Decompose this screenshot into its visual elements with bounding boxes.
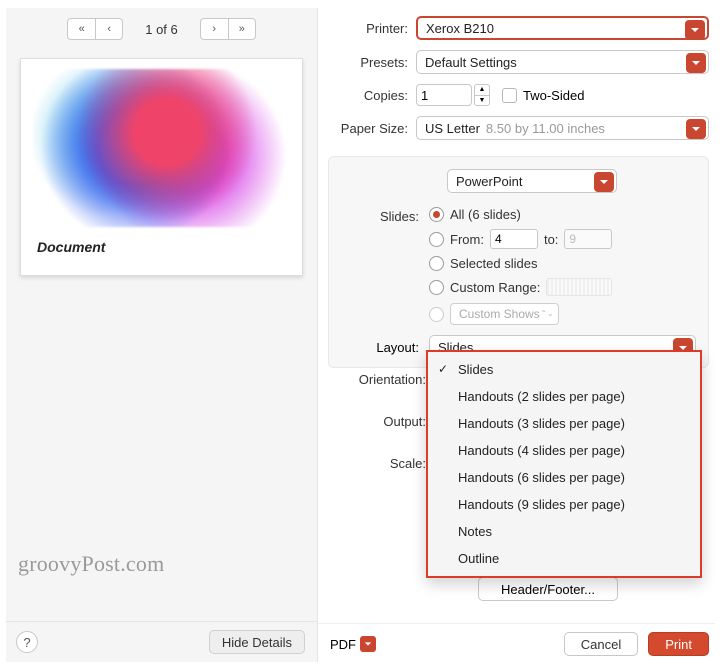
layout-option[interactable]: Handouts (2 slides per page): [428, 383, 700, 410]
paper-size-label: Paper Size:: [328, 121, 416, 136]
radio-all-label: All (6 slides): [450, 207, 521, 222]
layout-label: Layout:: [329, 340, 429, 355]
radio-custom-shows: [429, 307, 444, 322]
printer-select[interactable]: Xerox B210: [416, 16, 709, 40]
first-page-button[interactable]: «: [67, 18, 95, 40]
radio-custom-range[interactable]: [429, 280, 444, 295]
prev-page-button[interactable]: ‹: [95, 18, 123, 40]
layout-option[interactable]: Handouts (9 slides per page): [428, 491, 700, 518]
paper-size-select[interactable]: US Letter 8.50 by 11.00 inches: [416, 116, 709, 140]
copies-input[interactable]: [416, 84, 472, 106]
preview-artwork: [33, 69, 290, 227]
slides-label: Slides:: [329, 207, 429, 224]
preview-title: Document: [33, 233, 290, 265]
print-button[interactable]: Print: [648, 632, 709, 656]
watermark: groovyPost.com: [18, 551, 164, 577]
to-label: to:: [544, 232, 558, 247]
to-input[interactable]: [564, 229, 612, 249]
output-label: Output:: [330, 414, 426, 432]
dropdown-caret-icon: [594, 172, 614, 192]
dropdown-caret-icon: [686, 119, 706, 139]
chevron-down-icon: [360, 636, 376, 652]
settings-pane: Printer: Xerox B210 Presets: Default Set…: [318, 8, 719, 662]
custom-range-field[interactable]: [546, 278, 612, 296]
two-sided-checkbox[interactable]: [502, 88, 517, 103]
app-value: PowerPoint: [456, 174, 522, 189]
printer-label: Printer:: [328, 21, 416, 36]
presets-value: Default Settings: [425, 55, 517, 70]
presets-label: Presets:: [328, 55, 416, 70]
presets-select[interactable]: Default Settings: [416, 50, 709, 74]
last-page-button[interactable]: »: [228, 18, 256, 40]
copies-label: Copies:: [328, 88, 416, 103]
layout-option[interactable]: Handouts (4 slides per page): [428, 437, 700, 464]
app-section: PowerPoint Slides: All (6 slides) From: …: [328, 156, 709, 368]
hide-details-button[interactable]: Hide Details: [209, 630, 305, 654]
radio-all[interactable]: [429, 207, 444, 222]
page-indicator: 1 of 6: [145, 22, 178, 37]
dropdown-caret-icon: [685, 20, 705, 40]
layout-option[interactable]: Outline: [428, 545, 700, 572]
orientation-label: Orientation:: [330, 372, 426, 390]
radio-selected-label: Selected slides: [450, 256, 537, 271]
slide-preview: Document: [20, 58, 303, 276]
layout-option[interactable]: Handouts (6 slides per page): [428, 464, 700, 491]
pdf-menu-button[interactable]: PDF: [330, 636, 376, 652]
layout-option[interactable]: Handouts (3 slides per page): [428, 410, 700, 437]
next-page-button[interactable]: ›: [200, 18, 228, 40]
paper-size-value: US Letter: [425, 121, 480, 136]
paper-size-hint: 8.50 by 11.00 inches: [486, 121, 605, 136]
from-input[interactable]: [490, 229, 538, 249]
help-button[interactable]: ?: [16, 631, 38, 653]
pager: « ‹ 1 of 6 › »: [6, 8, 317, 54]
scale-label: Scale:: [330, 456, 426, 474]
dropdown-caret-icon: [686, 53, 706, 73]
radio-selected[interactable]: [429, 256, 444, 271]
layout-option[interactable]: Notes: [428, 518, 700, 545]
radio-from[interactable]: [429, 232, 444, 247]
preview-pane: « ‹ 1 of 6 › » Document groovyPost.com ?…: [6, 8, 318, 662]
from-label: From:: [450, 232, 484, 247]
layout-dropdown: Slides Handouts (2 slides per page) Hand…: [426, 350, 702, 578]
header-footer-button[interactable]: Header/Footer...: [478, 577, 618, 601]
cancel-button[interactable]: Cancel: [564, 632, 638, 656]
printer-value: Xerox B210: [426, 21, 494, 36]
radio-custom-range-label: Custom Range:: [450, 280, 540, 295]
copies-stepper[interactable]: ▲▼: [474, 84, 490, 106]
two-sided-label: Two-Sided: [523, 88, 584, 103]
custom-shows-select: Custom Shows: [450, 303, 559, 325]
app-select[interactable]: PowerPoint: [447, 169, 617, 193]
layout-option[interactable]: Slides: [428, 356, 700, 383]
dialog-footer: PDF Cancel Print: [318, 623, 715, 660]
pdf-label: PDF: [330, 637, 356, 652]
